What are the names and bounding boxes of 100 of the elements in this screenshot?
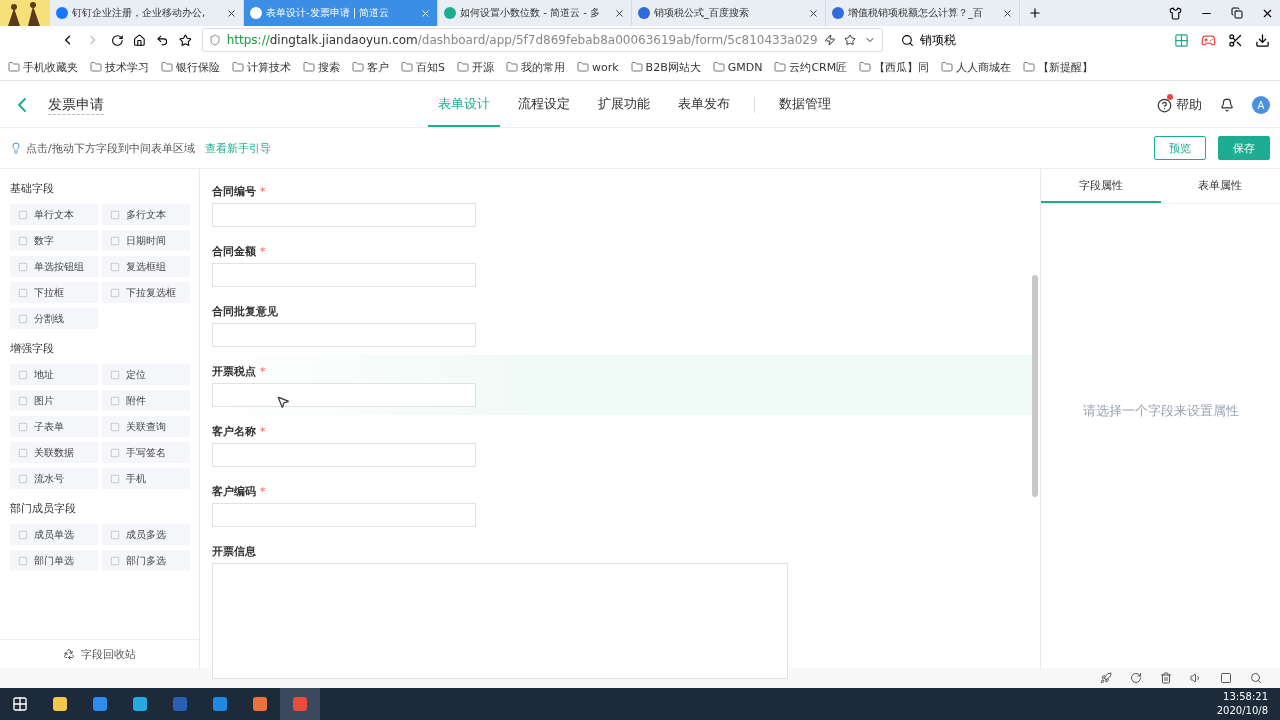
- scrollbar[interactable]: [1032, 275, 1038, 497]
- field-type-item[interactable]: 子表单: [10, 416, 98, 437]
- folder-icon: [352, 61, 364, 73]
- app-icon: [173, 697, 187, 711]
- new-tab-icon[interactable]: [1028, 6, 1042, 20]
- gamepad-icon[interactable]: [1201, 32, 1216, 48]
- bookmark[interactable]: work: [577, 60, 619, 74]
- field-type-item[interactable]: 多行文本: [102, 204, 190, 225]
- field-type-item[interactable]: 分割线: [10, 308, 98, 329]
- field-type-icon: [18, 261, 28, 272]
- bookmark[interactable]: 开源: [457, 59, 494, 75]
- input-field[interactable]: [212, 443, 476, 467]
- field-type-icon: [110, 395, 120, 406]
- field-type-item[interactable]: 地址: [10, 364, 98, 385]
- field-type-item[interactable]: 下拉复选框: [102, 282, 190, 303]
- field-type-item[interactable]: 数字: [10, 230, 98, 251]
- field-type-item[interactable]: 日期时间: [102, 230, 190, 251]
- bookmark[interactable]: 搜索: [303, 59, 340, 75]
- bookmark[interactable]: 人人商城在: [941, 59, 1012, 75]
- field-type-item[interactable]: 手写签名: [102, 442, 190, 463]
- input-field[interactable]: [212, 203, 476, 227]
- rocket-icon[interactable]: [1100, 672, 1112, 684]
- field-type-item[interactable]: 附件: [102, 390, 190, 411]
- bookmark[interactable]: GMDN: [712, 60, 763, 74]
- mouse-cursor-icon: [276, 395, 290, 409]
- bookmark[interactable]: 客户: [352, 59, 389, 75]
- speaker-icon[interactable]: [1190, 672, 1202, 684]
- field-type-icon: [18, 473, 28, 484]
- close-icon[interactable]: [1002, 7, 1013, 19]
- field-type-item[interactable]: 部门多选: [102, 550, 190, 571]
- input-field[interactable]: [212, 323, 476, 347]
- field-type-item[interactable]: 单行文本: [10, 204, 98, 225]
- nav-tab[interactable]: 表单发布: [668, 83, 740, 127]
- window-icon[interactable]: [1220, 672, 1232, 684]
- scissors-icon[interactable]: [1228, 32, 1243, 48]
- field-type-item[interactable]: 成员多选: [102, 524, 190, 545]
- field-type-item[interactable]: 图片: [10, 390, 98, 411]
- close-icon[interactable]: [1261, 7, 1274, 20]
- field-type-item[interactable]: 复选框组: [102, 256, 190, 277]
- nav-tab[interactable]: 流程设定: [508, 83, 580, 127]
- tab-title: 表单设计-发票申请 | 简道云: [266, 6, 391, 20]
- bookmark[interactable]: 我的常用: [506, 59, 565, 75]
- bookmark[interactable]: 云约CRM匠: [774, 59, 848, 75]
- star-icon[interactable]: [178, 32, 192, 48]
- tab-title: 如何设置小数位数 - 简道云 - 多: [460, 6, 601, 20]
- field-type-item[interactable]: 单选按钮组: [10, 256, 98, 277]
- grid-icon[interactable]: [1174, 32, 1189, 48]
- app-icon: [93, 697, 107, 711]
- search-icon[interactable]: [1250, 672, 1262, 684]
- bookmark[interactable]: 百知S: [401, 59, 445, 75]
- bell-icon[interactable]: [1220, 98, 1234, 112]
- browser-logo: [0, 0, 50, 26]
- input-field[interactable]: [212, 503, 476, 527]
- field-type-item[interactable]: 定位: [102, 364, 190, 385]
- field-type-icon: [18, 369, 28, 380]
- address-field[interactable]: https://dingtalk.jiandaoyun.com/dashboard/app/5f7d869febab8a00063619ab/form/5c810433a029: [201, 28, 883, 52]
- reload-icon[interactable]: [110, 32, 124, 48]
- form-title[interactable]: 发票申请: [48, 95, 104, 115]
- home-icon[interactable]: [133, 32, 147, 48]
- field-type-item[interactable]: 流水号: [10, 468, 98, 489]
- field-type-item[interactable]: 关联数据: [10, 442, 98, 463]
- bookmark[interactable]: 手机收藏夹: [8, 59, 78, 75]
- search-field[interactable]: 销项税: [892, 29, 1164, 51]
- field-type-icon: [110, 473, 120, 484]
- bookmark[interactable]: 计算技术: [232, 59, 291, 75]
- close-icon[interactable]: [614, 7, 625, 19]
- field-label: 开票税点 *: [212, 363, 266, 380]
- folder-icon: [401, 61, 413, 73]
- help-link[interactable]: 帮助: [1176, 96, 1202, 114]
- folder-icon: [506, 61, 518, 73]
- skin-icon[interactable]: [1169, 7, 1182, 20]
- site-icon: [832, 7, 844, 19]
- star-icon[interactable]: [843, 34, 856, 46]
- nav-tab[interactable]: 数据管理: [769, 83, 841, 127]
- input-field[interactable]: [212, 263, 476, 287]
- nav-tab[interactable]: 扩展功能: [588, 83, 660, 127]
- lightning-icon[interactable]: [823, 34, 836, 46]
- field-type-item[interactable]: 关联查询: [102, 416, 190, 437]
- property-tab[interactable]: 字段属性: [1041, 169, 1161, 203]
- url-text: https://dingtalk.jiandaoyun.com/dashboard/app/5f7d869febab8a00063619ab/form/5c810433a029: [226, 33, 818, 47]
- field-type-item[interactable]: 下拉框: [10, 282, 98, 303]
- input-field[interactable]: [212, 383, 476, 407]
- field-type-icon: [110, 287, 120, 298]
- bookmark[interactable]: 【西瓜】同: [859, 59, 930, 75]
- field-type-item[interactable]: 成员单选: [10, 524, 98, 545]
- help-icon[interactable]: [1157, 97, 1172, 113]
- property-tab[interactable]: 表单属性: [1160, 169, 1280, 203]
- close-icon[interactable]: [808, 7, 819, 19]
- trash-icon[interactable]: [1160, 672, 1172, 684]
- bookmark[interactable]: 银行保险: [161, 59, 220, 75]
- refresh-icon[interactable]: [1130, 672, 1142, 684]
- close-icon[interactable]: [226, 7, 237, 19]
- field-type-item[interactable]: 手机: [102, 468, 190, 489]
- bookmark[interactable]: 【新提醒】: [1023, 59, 1094, 75]
- bookmark[interactable]: 技术学习: [90, 59, 149, 75]
- field-type-item[interactable]: 部门单选: [10, 550, 98, 571]
- restore-icon[interactable]: [1231, 7, 1243, 19]
- field-type-icon: [18, 209, 28, 220]
- download-icon[interactable]: [1255, 32, 1270, 48]
- bookmark[interactable]: B2B网站大: [630, 59, 701, 75]
